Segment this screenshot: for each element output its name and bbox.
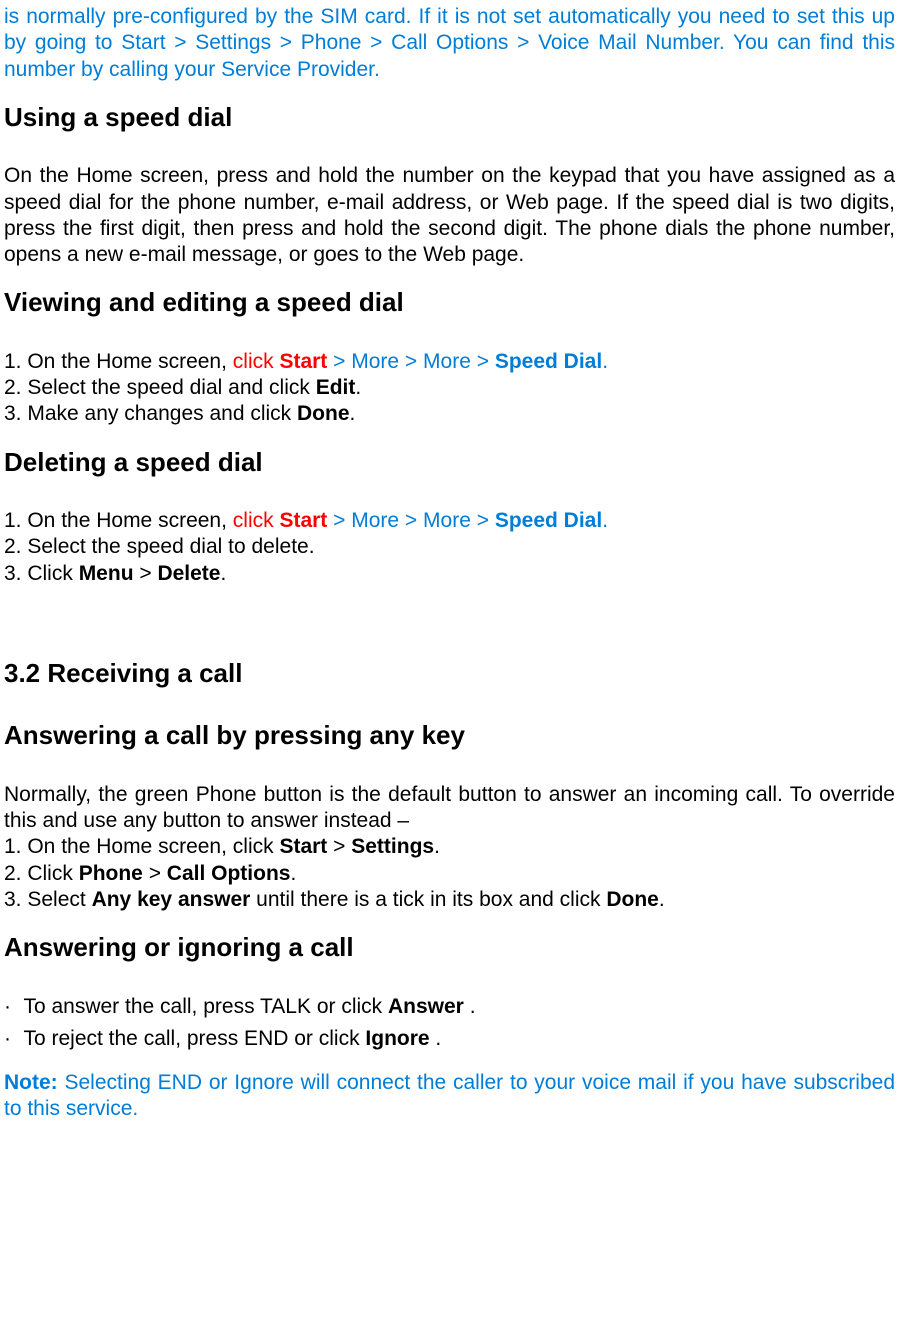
step-text: . <box>350 402 356 425</box>
bullet-text: . <box>464 995 476 1018</box>
viewing-editing-steps: 1. On the Home screen, click Start > Mor… <box>4 349 895 428</box>
step-text: More > More > <box>351 350 495 373</box>
step-text: . <box>602 350 608 373</box>
step-text: . <box>659 888 665 911</box>
step-text: 2. Click <box>4 862 79 885</box>
step-text: Call Options <box>167 862 291 885</box>
step-text: Start <box>279 350 327 373</box>
step-text: Speed Dial <box>495 350 602 373</box>
step-text: . <box>220 562 226 585</box>
bullet-text: Answer <box>388 995 464 1018</box>
step-text: Done <box>606 888 659 911</box>
step-text: . <box>290 862 296 885</box>
step-text: Start <box>279 835 327 858</box>
heading-deleting: Deleting a speed dial <box>4 446 895 479</box>
step-text: 1. On the Home screen, click <box>4 835 279 858</box>
step-text: 2. Select the speed dial to delete. <box>4 534 895 560</box>
step-text: More > More > <box>351 509 495 532</box>
step-text: 2. Select the speed dial and click <box>4 376 316 399</box>
heading-receiving-call: 3.2 Receiving a call <box>4 657 895 690</box>
step-text: . <box>355 376 361 399</box>
step-text: Delete <box>157 562 220 585</box>
using-speed-dial-body: On the Home screen, press and hold the n… <box>4 163 895 268</box>
step-text: . <box>602 509 608 532</box>
step-text: 3. Make any changes and click <box>4 402 297 425</box>
step-text: 3. Click <box>4 562 79 585</box>
step-text: > <box>327 350 351 373</box>
note-body: Selecting END or Ignore will connect the… <box>4 1071 895 1120</box>
heading-answering-ignoring: Answering or ignoring a call <box>4 931 895 964</box>
heading-using-speed-dial: Using a speed dial <box>4 101 895 134</box>
step-text: Speed Dial <box>495 509 602 532</box>
bullet-text: . <box>430 1027 442 1050</box>
bullet-text: To answer the call, press TALK or click <box>23 995 388 1018</box>
step-text: click <box>233 350 280 373</box>
step-text: 1. On the Home screen, <box>4 350 233 373</box>
deleting-steps: 1. On the Home screen, click Start > Mor… <box>4 508 895 587</box>
step-text: click <box>233 509 280 532</box>
step-text: > <box>143 862 167 885</box>
step-text: until there is a tick in its box and cli… <box>250 888 606 911</box>
step-text: Menu <box>79 562 134 585</box>
bullet-text: Ignore <box>365 1027 429 1050</box>
step-text: 1. On the Home screen, <box>4 509 233 532</box>
answering-any-steps: 1. On the Home screen, click Start > Set… <box>4 834 895 913</box>
step-text: Edit <box>316 376 356 399</box>
step-text: Done <box>297 402 350 425</box>
step-text: > <box>327 835 351 858</box>
step-text: Start <box>279 509 327 532</box>
step-text: Any key answer <box>92 888 251 911</box>
heading-answering-any-key: Answering a call by pressing any key <box>4 719 895 752</box>
answer-ignore-bullets: · To answer the call, press TALK or clic… <box>4 994 895 1053</box>
bullet-text: To reject the call, press END or click <box>23 1027 365 1050</box>
step-text: 3. Select <box>4 888 92 911</box>
bullet-icon: · <box>4 994 18 1020</box>
step-text: Phone <box>79 862 143 885</box>
bullet-icon: · <box>4 1026 18 1052</box>
heading-viewing-editing: Viewing and editing a speed dial <box>4 286 895 319</box>
note-label: Note: <box>4 1071 58 1094</box>
answering-any-intro: Normally, the green Phone button is the … <box>4 782 895 835</box>
step-text: . <box>434 835 440 858</box>
note-text: Note: Selecting END or Ignore will conne… <box>4 1070 895 1123</box>
step-text: Settings <box>351 835 434 858</box>
intro-text: is normally pre-configured by the SIM ca… <box>4 4 895 83</box>
step-text: > <box>134 562 158 585</box>
step-text: > <box>327 509 351 532</box>
